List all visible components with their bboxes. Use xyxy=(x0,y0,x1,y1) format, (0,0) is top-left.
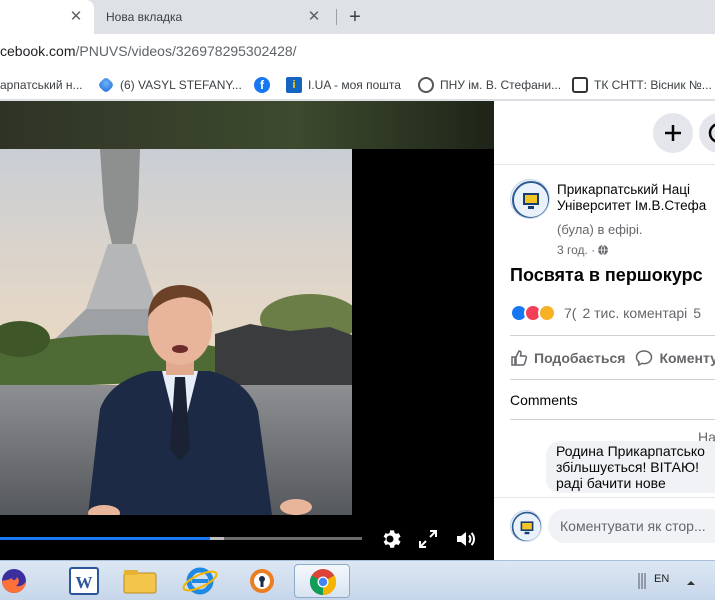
divider xyxy=(510,419,715,420)
taskbar: W EN xyxy=(0,560,715,600)
live-status: (була) в ефірі. xyxy=(557,222,643,237)
globe-icon xyxy=(598,244,609,256)
vasyl-icon xyxy=(97,76,115,94)
care-reaction-icon xyxy=(538,304,556,322)
bookmark-pnu-1[interactable]: арпатський н... xyxy=(0,76,83,94)
bookmark-label: (6) VASYL STEFANY... xyxy=(120,78,242,92)
page-avatar[interactable] xyxy=(510,179,550,219)
comment-icon xyxy=(636,350,653,367)
iua-icon: i xyxy=(286,77,302,93)
divider xyxy=(510,335,715,336)
bookmark-label: ПНУ ім. В. Стефани... xyxy=(440,78,562,92)
settings-icon[interactable] xyxy=(378,527,402,551)
create-button[interactable] xyxy=(653,113,693,153)
url-path: /PNUVS/videos/326978295302428/ xyxy=(75,43,297,59)
tab-active[interactable]: ✕ xyxy=(0,0,94,34)
comments-heading[interactable]: Comments xyxy=(510,392,578,408)
word-icon: W xyxy=(69,567,99,595)
svg-text:W: W xyxy=(76,573,93,592)
sntt-icon xyxy=(572,77,588,93)
video-progress-fill xyxy=(0,537,210,540)
url-text[interactable]: cebook.com/PNUVS/videos/326978295302428/ xyxy=(0,43,297,59)
divider xyxy=(494,497,715,498)
like-icon xyxy=(511,350,528,366)
ie-icon xyxy=(182,567,218,595)
university-logo-icon xyxy=(512,181,549,218)
bookmarks-bar: арпатський н... (6) VASYL STEFANY... f i… xyxy=(0,70,715,100)
commenter-avatar xyxy=(510,510,542,542)
language-indicator[interactable]: EN xyxy=(654,573,669,585)
comment-input[interactable]: Коментувати як стор... xyxy=(548,509,715,543)
bookmark-vasyl[interactable]: (6) VASYL STEFANY... xyxy=(97,76,242,94)
bookmark-iua[interactable]: i I.UA - моя пошта xyxy=(286,76,401,94)
bookmark-pnu[interactable]: ПНУ ім. В. Стефани... xyxy=(418,76,561,94)
volume-icon[interactable] xyxy=(454,527,478,551)
tab-new-label: Нова вкладка xyxy=(106,10,183,24)
address-bar[interactable]: cebook.com/PNUVS/videos/326978295302428/ xyxy=(0,34,715,70)
messenger-icon xyxy=(708,123,715,143)
screen: ✕ Нова вкладка ✕ + cebook.com/PNUVS/vide… xyxy=(0,0,715,600)
bookmark-facebook[interactable]: f xyxy=(254,76,276,94)
bookmark-label: I.UA - моя пошта xyxy=(308,78,401,92)
taskbar-openvpn[interactable] xyxy=(234,564,290,598)
post-panel: Прикарпатський Наці Університет Ім.В.Сте… xyxy=(494,101,715,560)
post-time[interactable]: 3 год. · xyxy=(557,243,609,257)
plus-icon xyxy=(665,125,681,141)
url-host: cebook.com xyxy=(0,43,76,59)
comment-button[interactable]: Коменту xyxy=(659,350,715,366)
taskbar-explorer[interactable] xyxy=(112,564,168,598)
taskbar-word[interactable]: W xyxy=(56,564,112,598)
university-logo-icon xyxy=(511,511,541,541)
post-time-label: 3 год. · xyxy=(557,243,596,257)
close-icon[interactable]: ✕ xyxy=(306,9,322,25)
messenger-button[interactable] xyxy=(699,113,715,153)
tab-separator xyxy=(336,9,337,25)
comment-bubble: Родина Прикарпатсько збільшується! ВІТАЮ… xyxy=(546,441,715,493)
divider xyxy=(510,379,715,380)
chrome-icon xyxy=(309,569,337,596)
pnu-icon xyxy=(418,77,434,93)
fullscreen-icon[interactable] xyxy=(416,527,440,551)
video-background-strip xyxy=(0,101,494,149)
video-progress-bar[interactable] xyxy=(0,537,362,540)
comment-text: Родина Прикарпатсько збільшується! ВІТАЮ… xyxy=(556,443,705,491)
page-name-line2: Університет Ім.В.Стефа xyxy=(557,198,707,213)
tab-strip: ✕ Нова вкладка ✕ + xyxy=(0,0,715,34)
firefox-icon xyxy=(2,569,26,593)
share-count[interactable]: 5 xyxy=(693,305,701,321)
action-row: Подобається Коменту xyxy=(510,347,715,369)
video-controls xyxy=(0,515,494,560)
comment-count[interactable]: 2 тис. коментарі xyxy=(582,305,687,321)
bookmark-sntt[interactable]: ТК СНТТ: Вісник №... xyxy=(572,76,712,94)
tray-expand-icon[interactable] xyxy=(686,575,696,585)
video-buffer-bar xyxy=(210,537,224,540)
panel-header xyxy=(494,101,715,165)
like-button[interactable]: Подобається xyxy=(534,350,625,366)
video-scene-image xyxy=(0,149,352,515)
page-name[interactable]: Прикарпатський Наці Університет Ім.В.Сте… xyxy=(557,182,715,214)
new-tab-button[interactable]: + xyxy=(344,6,366,28)
video-frame[interactable] xyxy=(0,149,352,515)
post-title: Посвята в першокурс xyxy=(510,265,703,285)
keyboard-icon[interactable] xyxy=(638,571,648,591)
taskbar-ie[interactable] xyxy=(172,564,228,598)
explorer-icon xyxy=(123,570,157,594)
reactions-row[interactable]: 7( 2 тис. коментарі 5 xyxy=(510,303,701,323)
tab-new-tab[interactable]: Нова вкладка ✕ xyxy=(94,0,332,34)
video-player[interactable] xyxy=(0,101,494,560)
openvpn-icon xyxy=(250,569,274,593)
page-name-line1: Прикарпатський Наці xyxy=(557,182,691,197)
taskbar-chrome[interactable] xyxy=(294,564,350,598)
taskbar-firefox[interactable] xyxy=(0,564,34,598)
bookmark-label: арпатський н... xyxy=(0,78,83,92)
facebook-icon: f xyxy=(254,77,270,93)
close-icon[interactable]: ✕ xyxy=(68,9,84,25)
bookmark-label: ТК СНТТ: Вісник №... xyxy=(594,78,712,92)
reaction-count[interactable]: 7( xyxy=(564,305,576,321)
